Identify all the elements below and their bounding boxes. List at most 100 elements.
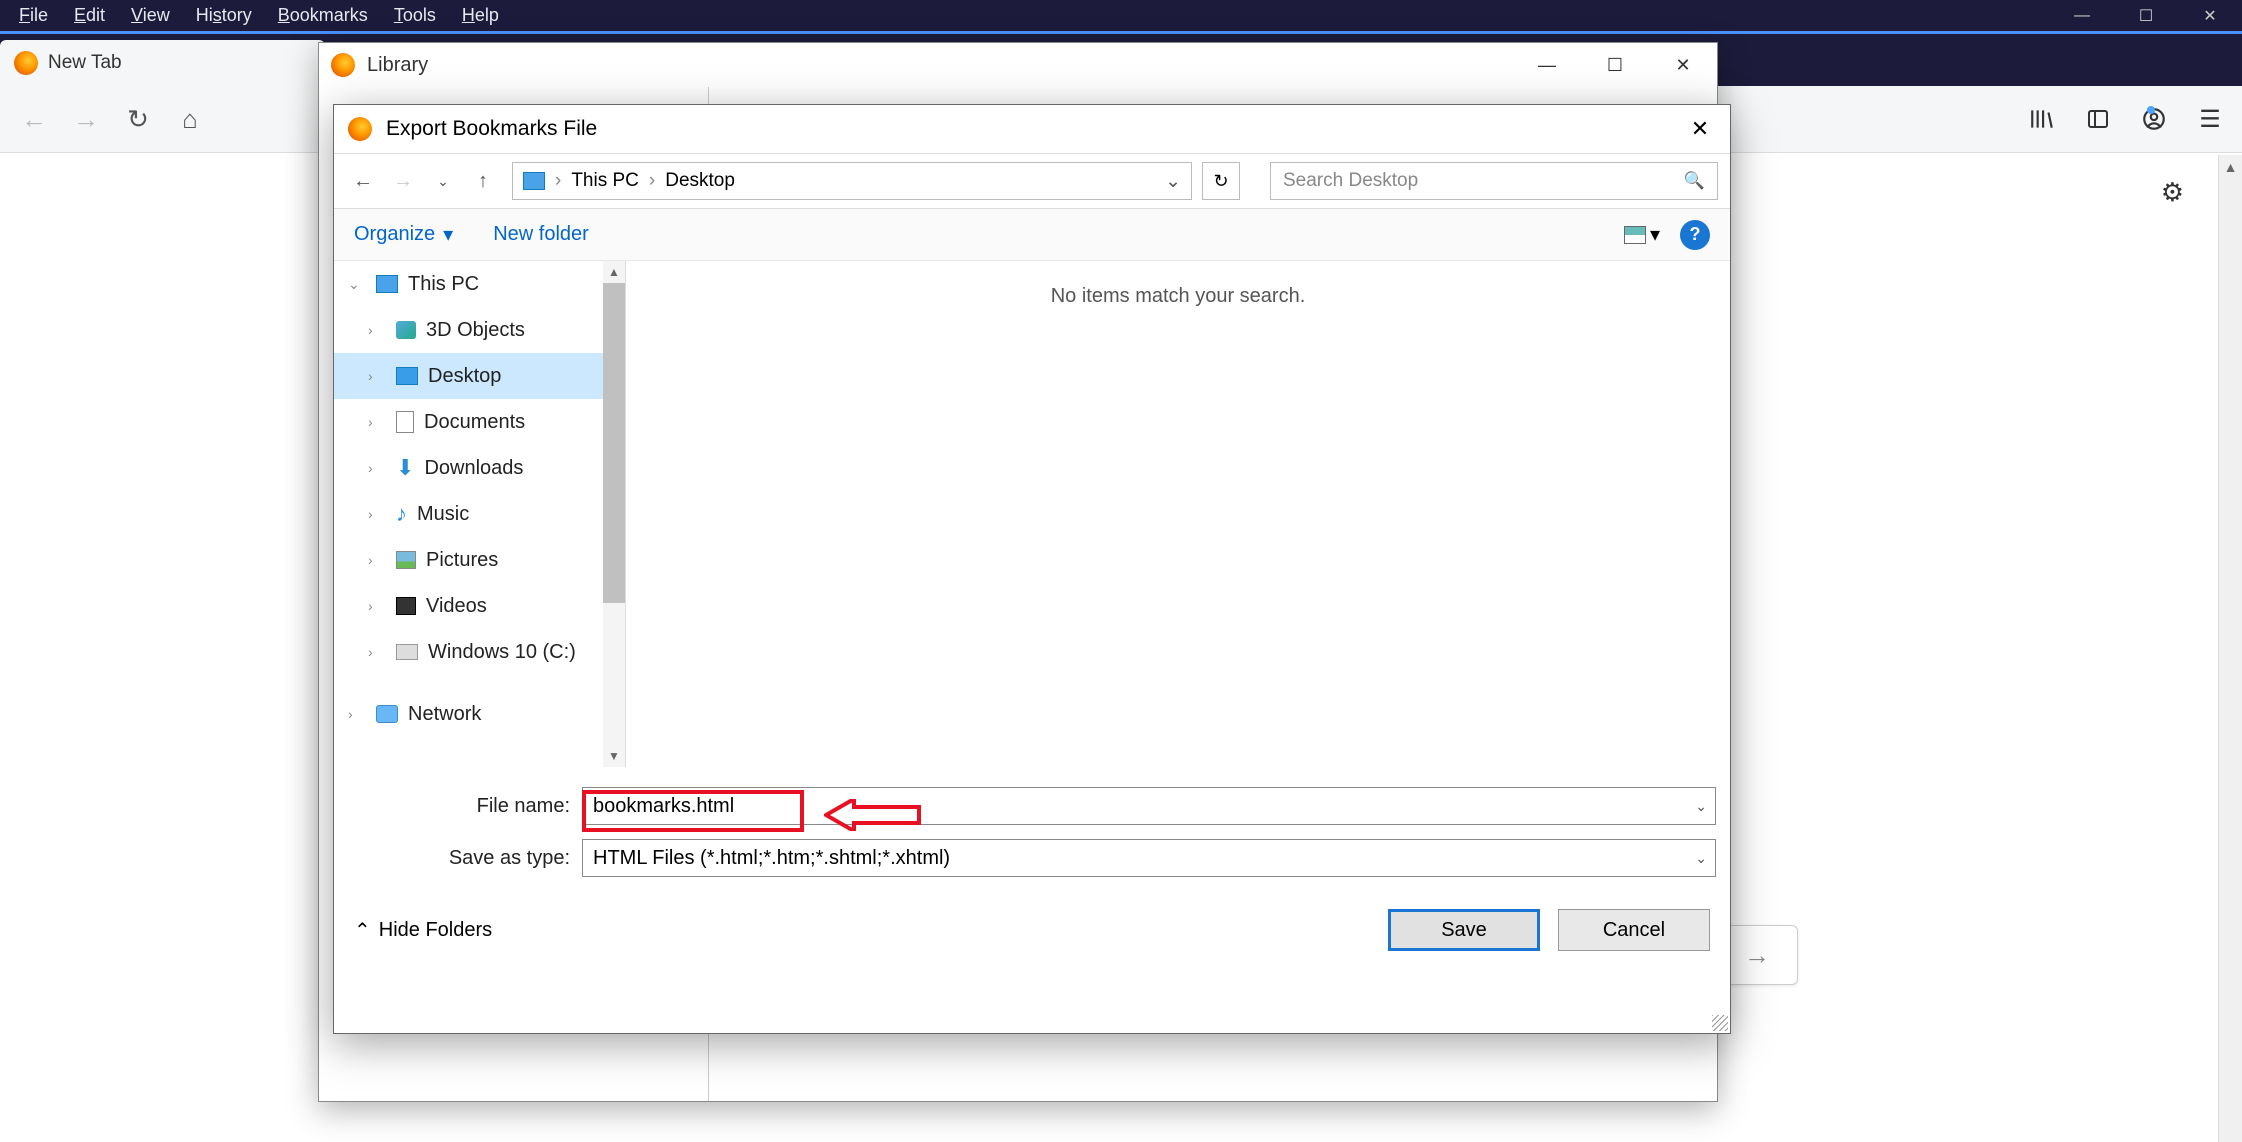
nav-back-button[interactable]: ←	[346, 164, 380, 198]
chevron-right-icon: ›	[368, 414, 386, 430]
chevron-down-icon: ▾	[443, 222, 453, 247]
chevron-down-icon[interactable]: ⌄	[1695, 850, 1707, 867]
library-title-text: Library	[367, 54, 428, 77]
chevron-right-icon: ›	[368, 506, 386, 522]
picture-icon	[396, 551, 416, 569]
tree-pictures[interactable]: ›Pictures	[334, 537, 625, 583]
firefox-icon	[331, 53, 355, 77]
scroll-down-icon[interactable]: ▼	[603, 745, 625, 767]
forward-button[interactable]: →	[62, 95, 110, 143]
library-icon[interactable]	[2022, 99, 2062, 139]
library-close[interactable]: ✕	[1649, 43, 1717, 87]
export-dialog: Export Bookmarks File ✕ ← → ⌄ ↑ › This P…	[333, 104, 1731, 1034]
menu-view[interactable]: View	[118, 2, 183, 29]
nav-history-chevron[interactable]: ⌄	[426, 164, 460, 198]
close-button[interactable]: ✕	[2178, 0, 2242, 31]
menu-history[interactable]: History	[183, 2, 265, 29]
tree-downloads[interactable]: ›⬇Downloads	[334, 445, 625, 491]
music-icon: ♪	[396, 501, 407, 527]
address-bar[interactable]: › This PC › Desktop ⌄	[512, 162, 1192, 200]
organize-button[interactable]: Organize ▾	[354, 222, 453, 247]
search-placeholder: Search Desktop	[1283, 170, 1418, 192]
reload-button[interactable]: ↻	[114, 95, 162, 143]
pc-icon	[376, 275, 398, 293]
scroll-up-icon[interactable]: ▲	[603, 261, 625, 283]
tree-music[interactable]: › ♪ Music	[334, 491, 625, 537]
tree-desktop[interactable]: › Desktop	[334, 353, 625, 399]
file-name-input[interactable]: bookmarks.html ⌄	[582, 787, 1716, 825]
dialog-titlebar: Export Bookmarks File	[334, 105, 1730, 153]
scrollbar[interactable]: ▲	[2218, 155, 2242, 1142]
back-button[interactable]: ←	[10, 95, 58, 143]
sidebar-icon[interactable]	[2078, 99, 2118, 139]
view-mode-button[interactable]: ▾	[1624, 222, 1660, 247]
tree-label: Videos	[426, 595, 487, 618]
tree-3d-objects[interactable]: › 3D Objects	[334, 307, 625, 353]
tab-title: New Tab	[48, 52, 122, 74]
hide-folders-button[interactable]: ⌃ Hide Folders	[354, 918, 492, 943]
refresh-button[interactable]: ↻	[1202, 162, 1240, 200]
tree-videos[interactable]: › Videos	[334, 583, 625, 629]
firefox-icon	[348, 117, 372, 141]
gear-icon[interactable]: ⚙	[2161, 177, 2184, 208]
library-maximize[interactable]: ☐	[1581, 43, 1649, 87]
chevron-right-icon: ›	[368, 368, 386, 384]
chevron-down-icon: ▾	[1650, 222, 1660, 247]
file-list: No items match your search.	[626, 261, 1730, 767]
library-minimize[interactable]: —	[1513, 43, 1581, 87]
chevron-down-icon: ⌄	[348, 276, 366, 293]
menu-file[interactable]: File	[6, 2, 61, 29]
menu-edit[interactable]: Edit	[61, 2, 118, 29]
breadcrumb-item[interactable]: This PC	[571, 170, 639, 192]
chevron-right-icon: ›	[368, 598, 386, 614]
tab-new-tab[interactable]: New Tab	[0, 40, 325, 86]
chevron-down-icon[interactable]: ⌄	[1695, 798, 1707, 815]
organize-label: Organize	[354, 223, 435, 246]
dialog-toolbar: Organize ▾ New folder ▾ ?	[334, 209, 1730, 261]
empty-message: No items match your search.	[1051, 285, 1306, 307]
firefox-icon	[14, 51, 38, 75]
chevron-right-icon: ›	[368, 322, 386, 338]
tree-label: Pictures	[426, 549, 498, 572]
pc-icon	[523, 172, 545, 190]
desktop-icon	[396, 367, 418, 385]
save-type-select[interactable]: HTML Files (*.html;*.htm;*.shtml;*.xhtml…	[582, 839, 1716, 877]
tree-scrollbar[interactable]: ▲ ▼	[603, 261, 625, 767]
tree-label: Music	[417, 503, 469, 526]
scroll-thumb[interactable]	[603, 283, 625, 603]
scroll-up-icon[interactable]: ▲	[2219, 155, 2242, 179]
drive-icon	[396, 644, 418, 660]
tree-drive-c[interactable]: ›Windows 10 (C:)	[334, 629, 625, 675]
breadcrumb-item[interactable]: Desktop	[665, 170, 735, 192]
search-icon: 🔍	[1684, 171, 1705, 191]
nav-up-button[interactable]: ↑	[466, 164, 500, 198]
tree-documents[interactable]: ›Documents	[334, 399, 625, 445]
menu-icon[interactable]: ☰	[2190, 99, 2230, 139]
save-button[interactable]: Save	[1388, 909, 1540, 951]
cancel-button[interactable]: Cancel	[1558, 909, 1710, 951]
help-button[interactable]: ?	[1680, 220, 1710, 250]
new-folder-button[interactable]: New folder	[493, 223, 589, 246]
chevron-right-icon: ›	[348, 706, 366, 722]
file-name-label: File name:	[348, 795, 582, 818]
nav-forward-button[interactable]: →	[386, 164, 420, 198]
tree-label: 3D Objects	[426, 319, 525, 342]
resize-grip[interactable]	[1712, 1015, 1728, 1031]
tree-network[interactable]: ›Network	[334, 691, 625, 737]
menu-help[interactable]: Help	[449, 2, 512, 29]
account-icon[interactable]	[2134, 99, 2174, 139]
view-icon	[1624, 226, 1646, 244]
search-input[interactable]: Search Desktop 🔍	[1270, 162, 1718, 200]
menu-bookmarks[interactable]: Bookmarks	[265, 2, 381, 29]
tree-label: This PC	[408, 273, 479, 296]
hide-folders-label: Hide Folders	[379, 919, 492, 942]
minimize-button[interactable]: —	[2050, 0, 2114, 31]
menu-tools[interactable]: Tools	[381, 2, 449, 29]
tree-this-pc[interactable]: ⌄ This PC	[334, 261, 625, 307]
chevron-down-icon[interactable]: ⌄	[1165, 170, 1181, 193]
tree-label: Windows 10 (C:)	[428, 641, 576, 664]
maximize-button[interactable]: ☐	[2114, 0, 2178, 31]
tree-label: Desktop	[428, 365, 501, 388]
dialog-close-button[interactable]: ✕	[1680, 113, 1720, 145]
home-button[interactable]: ⌂	[166, 95, 214, 143]
